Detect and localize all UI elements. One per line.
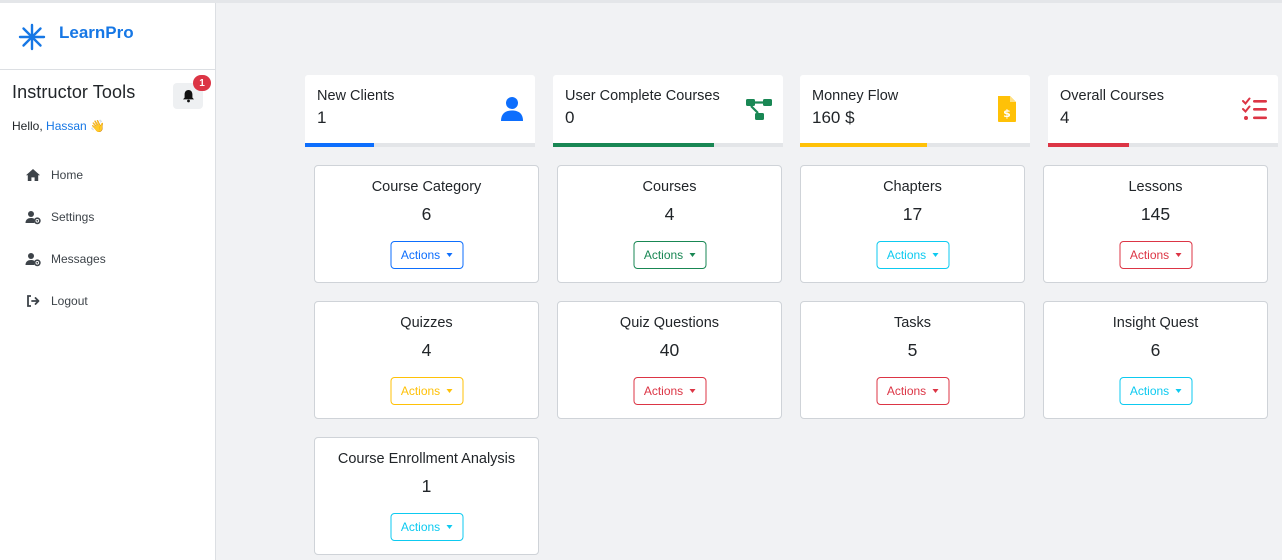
caret-down-icon — [446, 524, 453, 529]
sidebar-nav: Home Settings Messages Logout — [0, 146, 215, 322]
actions-label: Actions — [1129, 248, 1170, 262]
stat-progress-bar — [553, 143, 714, 147]
user-icon — [501, 97, 523, 121]
stat-label: New Clients — [317, 88, 395, 104]
actions-label: Actions — [886, 384, 927, 398]
stat-value: 1 — [317, 108, 327, 127]
card-title: Insight Quest — [1112, 315, 1199, 331]
sidebar: LearnPro Instructor Tools Hello, Hassan … — [0, 3, 216, 560]
nav-label-logout: Logout — [51, 294, 88, 308]
actions-label: Actions — [400, 520, 441, 534]
card-insight-quest: Insight Quest 6 Actions — [1043, 301, 1268, 419]
actions-dropdown-button[interactable]: Actions — [390, 241, 463, 269]
logout-icon — [27, 295, 40, 307]
asterisk-logo-icon — [18, 23, 46, 51]
brand[interactable]: LearnPro — [0, 3, 215, 70]
card-title: Chapters — [883, 179, 942, 195]
diagram-icon — [746, 99, 772, 120]
caret-down-icon — [932, 252, 939, 257]
svg-text:$: $ — [1003, 107, 1011, 120]
actions-dropdown-button[interactable]: Actions — [390, 377, 463, 405]
card-quizzes: Quizzes 4 Actions — [314, 301, 539, 419]
card-title: Courses — [642, 179, 697, 195]
username-link[interactable]: Hassan — [46, 119, 87, 133]
nav-label-home: Home — [51, 168, 84, 182]
user-gear-icon — [25, 211, 41, 225]
actions-dropdown-button[interactable]: Actions — [633, 377, 706, 405]
invoice-dollar-icon: $ — [998, 96, 1016, 122]
actions-dropdown-button[interactable]: Actions — [1119, 377, 1192, 405]
card-tasks: Tasks 5 Actions — [800, 301, 1025, 419]
actions-dropdown-button[interactable]: Actions — [1119, 241, 1192, 269]
actions-label: Actions — [886, 248, 927, 262]
card-count: 4 — [421, 340, 432, 360]
card-count: 17 — [902, 204, 923, 224]
bell-icon — [182, 90, 194, 103]
card-lessons: Lessons 145 Actions — [1043, 165, 1268, 283]
wave-emoji: 👋 — [90, 119, 106, 133]
brand-name: LearnPro — [59, 23, 134, 42]
stat-label: Monney Flow — [812, 88, 899, 104]
nav-label-settings: Settings — [51, 210, 95, 224]
nav-item-settings[interactable]: Settings — [0, 196, 215, 238]
card-title: Course Category — [371, 179, 482, 195]
card-count: 145 — [1140, 204, 1171, 224]
card-course-enrollment-analysis: Course Enrollment Analysis 1 Actions — [314, 437, 539, 555]
stat-progress-bar — [1048, 143, 1129, 147]
caret-down-icon — [1175, 252, 1182, 257]
actions-dropdown-button[interactable]: Actions — [876, 241, 949, 269]
stat-value: 0 — [565, 108, 575, 127]
list-check-icon — [1242, 97, 1267, 120]
card-quiz-questions: Quiz Questions 40 Actions — [557, 301, 782, 419]
stat-value: 4 — [1060, 108, 1070, 127]
caret-down-icon — [932, 388, 939, 393]
nav-item-messages[interactable]: Messages — [0, 238, 215, 280]
actions-dropdown-button[interactable]: Actions — [390, 513, 463, 541]
card-count: 6 — [421, 204, 432, 224]
user-gear-icon — [25, 253, 41, 267]
instructor-panel: Instructor Tools Hello, Hassan 👋 1 — [0, 70, 215, 146]
caret-down-icon — [446, 388, 453, 393]
caret-down-icon — [446, 252, 453, 257]
card-title: Quiz Questions — [619, 315, 720, 331]
card-chapters: Chapters 17 Actions — [800, 165, 1025, 283]
caret-down-icon — [689, 252, 696, 257]
card-title: Lessons — [1128, 179, 1183, 195]
stat-label: User Complete Courses — [565, 88, 720, 104]
nav-item-home[interactable]: Home — [0, 154, 215, 196]
actions-label: Actions — [643, 248, 684, 262]
notification-badge: 1 — [193, 75, 211, 91]
card-title: Course Enrollment Analysis — [337, 451, 516, 467]
card-title: Quizzes — [400, 315, 453, 331]
caret-down-icon — [1175, 388, 1182, 393]
card-count: 40 — [659, 340, 680, 360]
home-icon — [26, 169, 40, 181]
card-count: 6 — [1150, 340, 1161, 360]
stat-card-money-flow: Monney Flow 160 $ $ — [800, 75, 1030, 147]
card-course-category: Course Category 6 Actions — [314, 165, 539, 283]
card-title: Tasks — [893, 315, 932, 331]
nav-label-messages: Messages — [51, 252, 106, 266]
card-count: 1 — [421, 476, 432, 496]
actions-label: Actions — [1129, 384, 1170, 398]
nav-item-logout[interactable]: Logout — [0, 280, 215, 322]
card-count: 5 — [907, 340, 918, 360]
actions-label: Actions — [643, 384, 684, 398]
card-count: 4 — [664, 204, 675, 224]
actions-label: Actions — [400, 384, 441, 398]
stat-progress-bar — [305, 143, 374, 147]
card-courses: Courses 4 Actions — [557, 165, 782, 283]
actions-dropdown-button[interactable]: Actions — [633, 241, 706, 269]
stat-card-new-clients: New Clients 1 — [305, 75, 535, 147]
actions-dropdown-button[interactable]: Actions — [876, 377, 949, 405]
actions-label: Actions — [400, 248, 441, 262]
greeting: Hello, Hassan 👋 — [12, 119, 215, 133]
stat-value: 160 $ — [812, 108, 855, 127]
stat-label: Overall Courses — [1060, 88, 1164, 104]
stat-card-user-complete-courses: User Complete Courses 0 — [553, 75, 783, 147]
stat-progress-bar — [800, 143, 927, 147]
greeting-text: Hello, — [12, 119, 43, 133]
stat-card-overall-courses: Overall Courses 4 — [1048, 75, 1278, 147]
caret-down-icon — [689, 388, 696, 393]
